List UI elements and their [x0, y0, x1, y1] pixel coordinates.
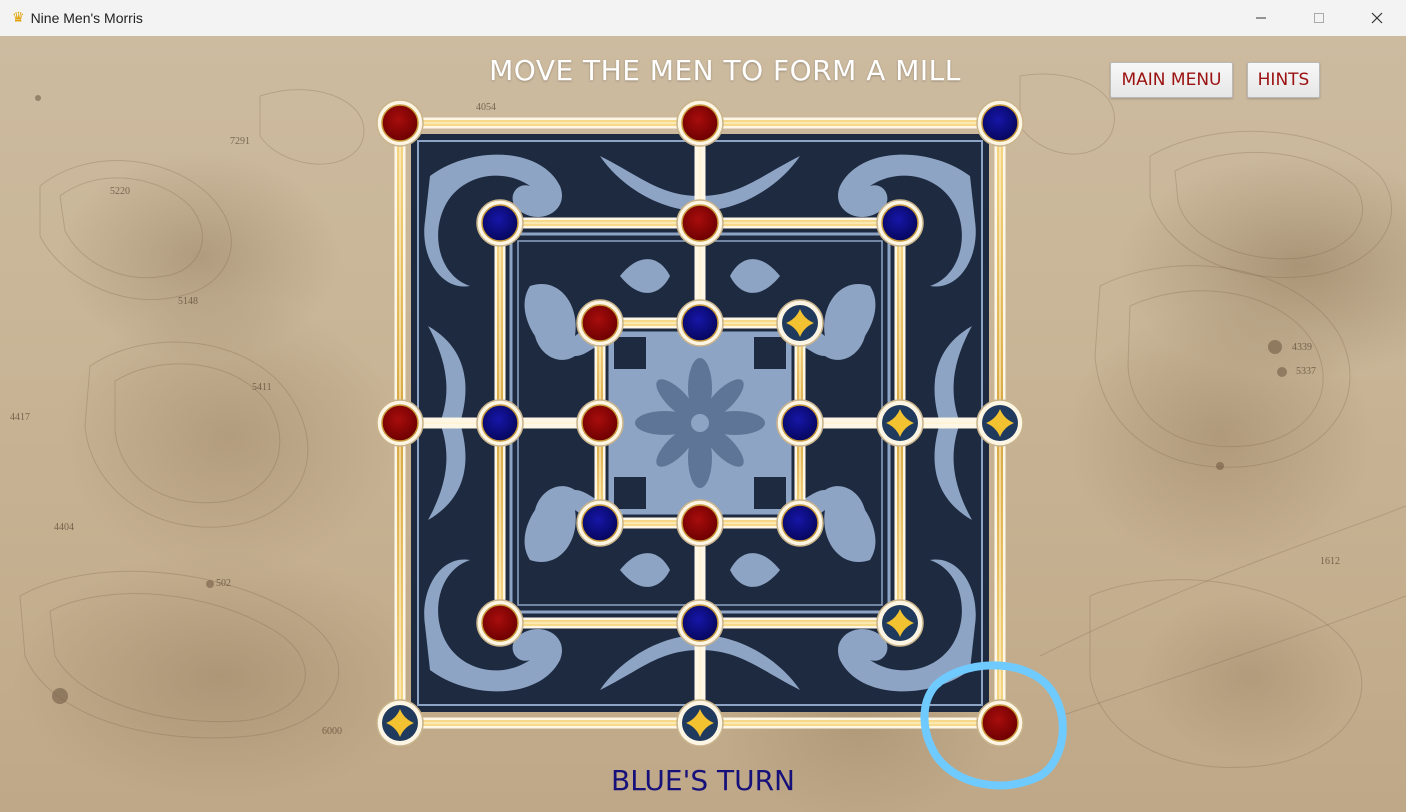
board-point-empty[interactable] — [776, 299, 824, 347]
close-icon — [1371, 12, 1383, 24]
piece-red[interactable] — [676, 499, 724, 547]
maximize-icon — [1314, 13, 1324, 23]
piece-red[interactable] — [976, 699, 1024, 747]
piece-red[interactable] — [576, 399, 624, 447]
piece-blue[interactable] — [576, 499, 624, 547]
piece-blue[interactable] — [476, 399, 524, 447]
piece-red[interactable] — [376, 399, 424, 447]
turn-indicator: BLUE'S TURN — [611, 764, 795, 797]
board-point-empty[interactable] — [676, 699, 724, 747]
piece-blue[interactable] — [476, 199, 524, 247]
close-button[interactable] — [1348, 0, 1406, 36]
piece-blue[interactable] — [876, 199, 924, 247]
board-point-empty[interactable] — [376, 699, 424, 747]
crown-icon: ♛ — [12, 10, 25, 26]
board-point-empty[interactable] — [876, 399, 924, 447]
game-canvas: 7291 5220 4054 5148 5411 4404 502 6000 4… — [0, 36, 1406, 812]
piece-red[interactable] — [676, 199, 724, 247]
minimize-icon — [1256, 17, 1266, 19]
piece-red[interactable] — [676, 99, 724, 147]
minimize-button[interactable] — [1232, 0, 1290, 36]
game-board — [376, 99, 1067, 790]
title-bar: ♛ Nine Men's Morris — [0, 0, 1406, 36]
piece-red[interactable] — [576, 299, 624, 347]
piece-blue[interactable] — [776, 399, 824, 447]
piece-blue[interactable] — [676, 299, 724, 347]
piece-blue[interactable] — [976, 99, 1024, 147]
piece-blue[interactable] — [776, 499, 824, 547]
piece-blue[interactable] — [676, 599, 724, 647]
window-title: Nine Men's Morris — [30, 10, 143, 26]
piece-red[interactable] — [476, 599, 524, 647]
board-point-empty[interactable] — [976, 399, 1024, 447]
piece-red[interactable] — [376, 99, 424, 147]
board-point-empty[interactable] — [876, 599, 924, 647]
maximize-button[interactable] — [1290, 0, 1348, 36]
